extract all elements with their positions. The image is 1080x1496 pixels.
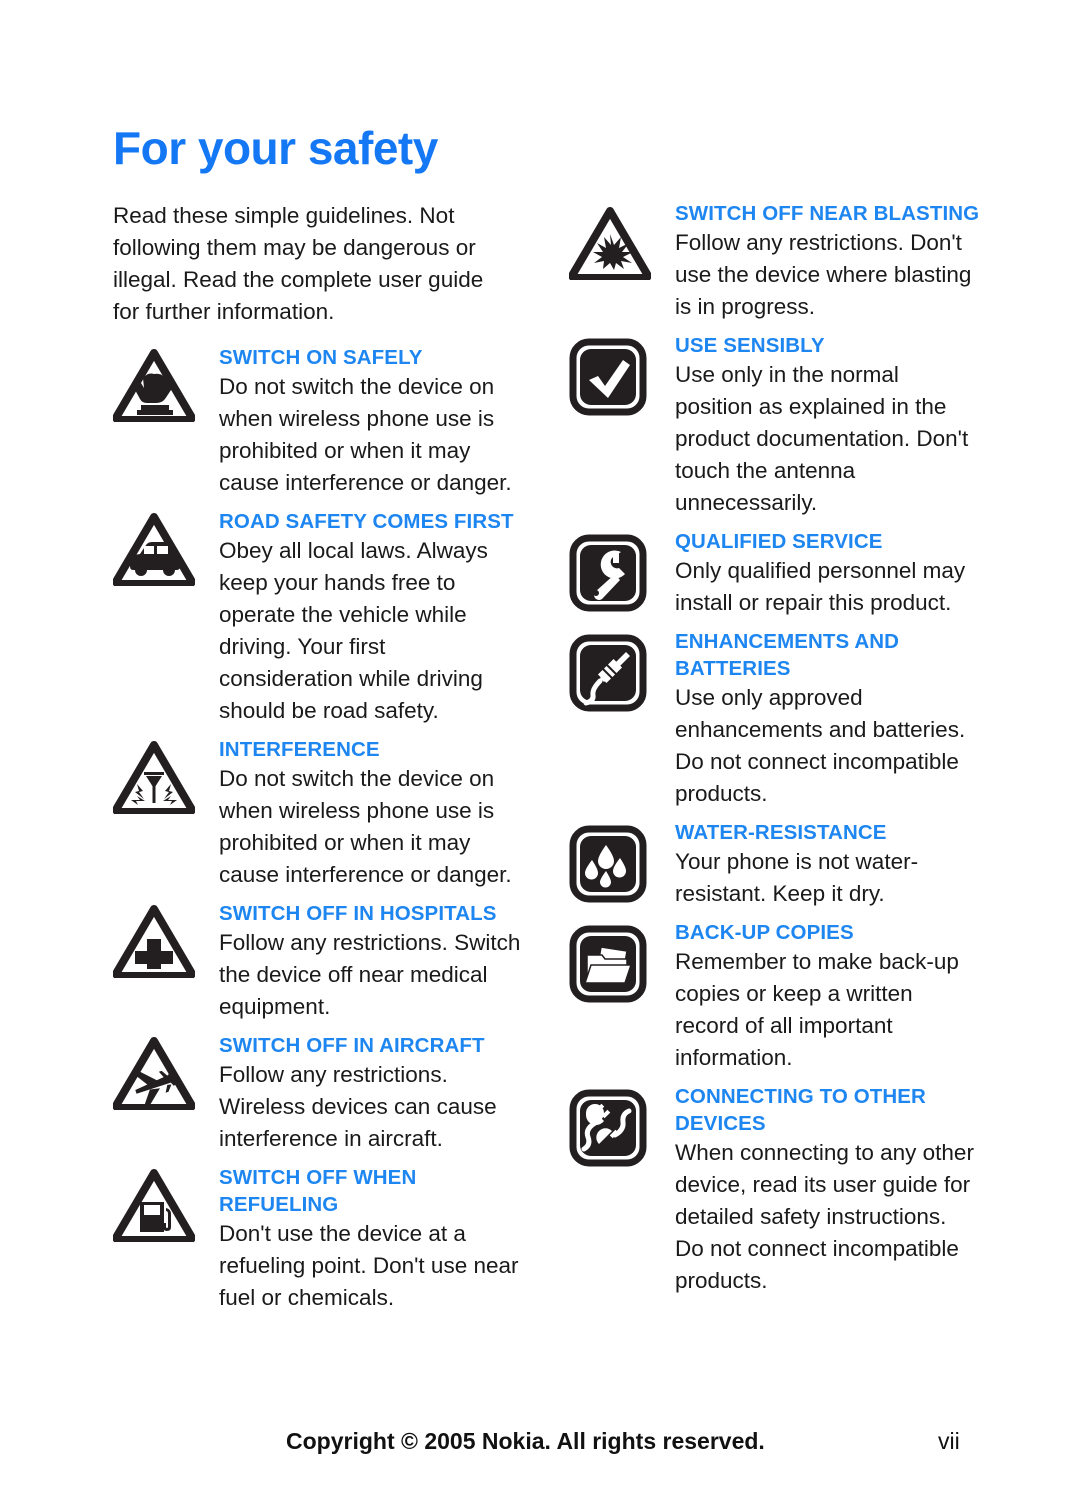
safety-item: INTERFERENCE Do not switch the device on… — [113, 736, 525, 891]
safety-item-body: Remember to make back-up copies or keep … — [675, 949, 959, 1070]
hospital-cross-icon — [113, 905, 195, 978]
safety-item-title: SWITCH OFF IN HOSPITALS — [219, 902, 497, 925]
icon-container — [113, 736, 219, 814]
safety-item-body: When connecting to any other device, rea… — [675, 1140, 974, 1293]
safety-item-body: Don't use the device at a refueling poin… — [219, 1221, 519, 1310]
text-container: ENHANCEMENTS AND BATTERIES Use only appr… — [675, 628, 981, 810]
safety-item-title: SWITCH OFF NEAR BLASTING — [675, 202, 980, 225]
checkmark-icon — [569, 338, 647, 416]
text-container: ROAD SAFETY COMES FIRST Obey all local l… — [219, 508, 525, 727]
folder-backup-icon — [569, 925, 647, 1003]
text-container: USE SENSIBLY Use only in the normal posi… — [675, 332, 981, 519]
text-container: SWITCH OFF NEAR BLASTING Follow any rest… — [675, 200, 981, 323]
icon-container — [113, 1032, 219, 1110]
two-column-body: Read these simple guidelines. Not follow… — [113, 200, 981, 1323]
page-number: vii — [938, 1428, 960, 1454]
safety-item: ROAD SAFETY COMES FIRST Obey all local l… — [113, 508, 525, 727]
safety-item: QUALIFIED SERVICE Only qualified personn… — [569, 528, 981, 619]
document-page: For your safety Read these simple guidel… — [0, 0, 1080, 1496]
safety-item-title: SWITCH ON SAFELY — [219, 346, 423, 369]
safety-item-title: BACK-UP COPIES — [675, 921, 854, 944]
text-container: CONNECTING TO OTHER DEVICES When connect… — [675, 1083, 981, 1297]
icon-container — [569, 1083, 675, 1167]
safety-item-title: INTERFERENCE — [219, 738, 380, 761]
road-safety-icon — [113, 513, 195, 586]
safety-item-body: Do not switch the device on when wireles… — [219, 766, 512, 887]
safety-item-title: ENHANCEMENTS AND BATTERIES — [675, 630, 900, 680]
safety-item-body: Use only approved enhancements and batte… — [675, 685, 966, 806]
text-container: QUALIFIED SERVICE Only qualified personn… — [675, 528, 981, 619]
icon-container — [569, 200, 675, 280]
safety-item-title: QUALIFIED SERVICE — [675, 530, 883, 553]
icon-container — [569, 332, 675, 416]
safety-item: ENHANCEMENTS AND BATTERIES Use only appr… — [569, 628, 981, 810]
icon-container — [569, 819, 675, 903]
icon-container — [569, 919, 675, 1003]
safety-item-body: Obey all local laws. Always keep your ha… — [219, 538, 488, 723]
safety-item: WATER-RESISTANCE Your phone is not water… — [569, 819, 981, 910]
safety-item: SWITCH ON SAFELY Do not switch the devic… — [113, 344, 525, 499]
page-footer: Copyright © 2005 Nokia. All rights reser… — [0, 1428, 1080, 1468]
safety-item-title: CONNECTING TO OTHER DEVICES — [675, 1085, 926, 1135]
safety-item: SWITCH OFF WHEN REFUELING Don't use the … — [113, 1164, 525, 1314]
blasting-explosion-icon — [569, 207, 651, 280]
text-container: SWITCH OFF WHEN REFUELING Don't use the … — [219, 1164, 525, 1314]
copyright-text: Copyright © 2005 Nokia. All rights reser… — [286, 1428, 765, 1454]
charger-plug-icon — [569, 634, 647, 712]
safety-item-body: Your phone is not water-resistant. Keep … — [675, 849, 919, 906]
text-container: WATER-RESISTANCE Your phone is not water… — [675, 819, 981, 910]
text-container: INTERFERENCE Do not switch the device on… — [219, 736, 525, 891]
safety-item-body: Follow any restrictions. Wireless device… — [219, 1062, 497, 1151]
safety-item-body: Follow any restrictions. Don't use the d… — [675, 230, 972, 319]
wrench-icon — [569, 534, 647, 612]
page-title: For your safety — [113, 121, 438, 174]
text-container: SWITCH OFF IN HOSPITALS Follow any restr… — [219, 900, 525, 1023]
icon-container — [113, 344, 219, 422]
switch-on-safely-icon — [113, 349, 195, 422]
safety-item: SWITCH OFF IN AIRCRAFT Follow any restri… — [113, 1032, 525, 1155]
safety-item: BACK-UP COPIES Remember to make back-up … — [569, 919, 981, 1074]
text-container: SWITCH OFF IN AIRCRAFT Follow any restri… — [219, 1032, 525, 1155]
safety-item-title: USE SENSIBLY — [675, 334, 825, 357]
safety-item: SWITCH OFF NEAR BLASTING Follow any rest… — [569, 200, 981, 323]
text-container: BACK-UP COPIES Remember to make back-up … — [675, 919, 981, 1074]
safety-item-title: ROAD SAFETY COMES FIRST — [219, 510, 514, 533]
icon-container — [569, 528, 675, 612]
safety-item-body: Only qualified personnel may install or … — [675, 558, 966, 615]
safety-item-title: SWITCH OFF WHEN REFUELING — [219, 1166, 417, 1216]
intro-paragraph: Read these simple guidelines. Not follow… — [113, 203, 484, 324]
safety-item: SWITCH OFF IN HOSPITALS Follow any restr… — [113, 900, 525, 1023]
safety-item-body: Follow any restrictions. Switch the devi… — [219, 930, 521, 1019]
icon-container — [569, 628, 675, 712]
icon-container — [113, 508, 219, 586]
icon-container — [113, 1164, 219, 1242]
safety-item-title: SWITCH OFF IN AIRCRAFT — [219, 1034, 485, 1057]
fuel-pump-icon — [113, 1169, 195, 1242]
safety-item-title: WATER-RESISTANCE — [675, 821, 887, 844]
connector-plugs-icon — [569, 1089, 647, 1167]
right-column: SWITCH OFF NEAR BLASTING Follow any rest… — [569, 200, 981, 1323]
interference-icon — [113, 741, 195, 814]
safety-item-body: Do not switch the device on when wireles… — [219, 374, 512, 495]
text-container: SWITCH ON SAFELY Do not switch the devic… — [219, 344, 525, 499]
aircraft-icon — [113, 1037, 195, 1110]
icon-container — [113, 900, 219, 978]
safety-item: CONNECTING TO OTHER DEVICES When connect… — [569, 1083, 981, 1297]
left-column: Read these simple guidelines. Not follow… — [113, 200, 525, 1323]
safety-item: USE SENSIBLY Use only in the normal posi… — [569, 332, 981, 519]
water-drops-icon — [569, 825, 647, 903]
safety-item-body: Use only in the normal position as expla… — [675, 362, 969, 515]
